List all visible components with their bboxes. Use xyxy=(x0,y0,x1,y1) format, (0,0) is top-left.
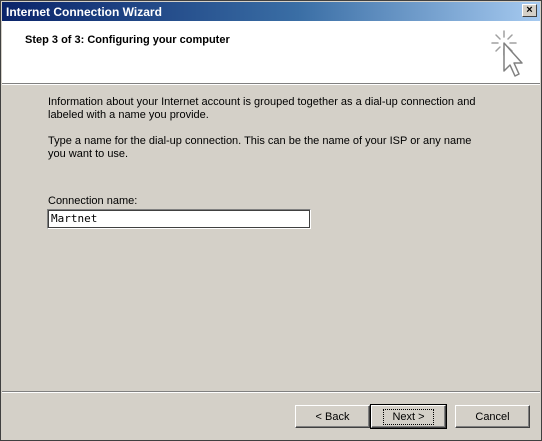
next-button-label: Next > xyxy=(383,408,434,425)
connection-name-input[interactable]: Martnet xyxy=(47,209,311,229)
window-title: Internet Connection Wizard xyxy=(6,5,162,19)
close-icon: × xyxy=(526,4,533,16)
step-title: Step 3 of 3: Configuring your computer xyxy=(25,34,230,46)
info-paragraph: Information about your Internet account … xyxy=(48,96,476,121)
button-separator xyxy=(2,391,540,393)
wizard-header: Step 3 of 3: Configuring your computer xyxy=(2,21,540,84)
wizard-cursor-sparkle-icon xyxy=(491,30,523,77)
wizard-body: Information about your Internet account … xyxy=(48,96,488,174)
connection-name-label: Connection name: xyxy=(48,195,138,207)
wizard-window: Internet Connection Wizard × Step 3 of 3… xyxy=(0,0,542,441)
title-bar[interactable]: Internet Connection Wizard × xyxy=(2,2,540,21)
cancel-button[interactable]: Cancel xyxy=(455,405,530,428)
close-button[interactable]: × xyxy=(522,4,537,17)
next-button[interactable]: Next > xyxy=(370,404,447,429)
back-button[interactable]: < Back xyxy=(295,405,370,428)
instruction-paragraph: Type a name for the dial-up connection. … xyxy=(48,135,472,160)
